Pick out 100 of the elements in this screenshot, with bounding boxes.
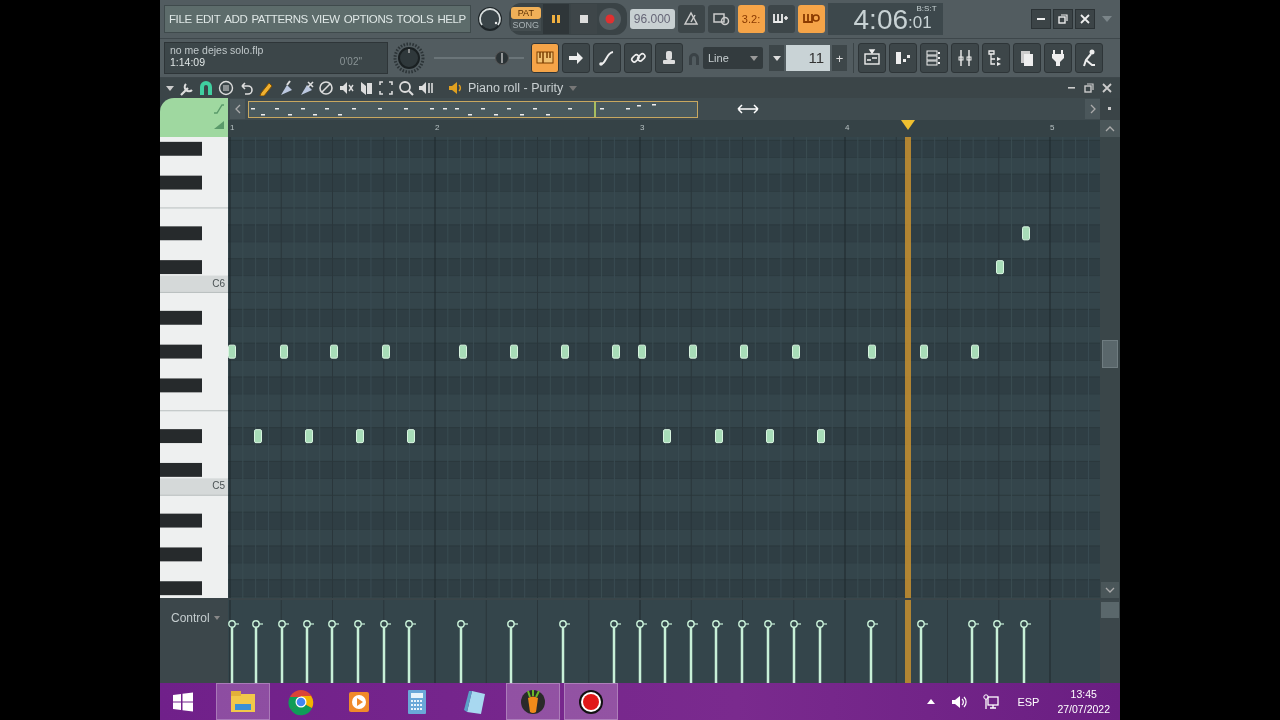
scroll-up-button[interactable]: [1100, 120, 1120, 137]
velocity-stem[interactable]: [328, 620, 340, 683]
view-button[interactable]: [562, 43, 590, 73]
menu-item[interactable]: PATTERNS: [251, 13, 308, 25]
pattern-number-field[interactable]: 11: [786, 45, 830, 71]
note[interactable]: [766, 429, 774, 444]
brush-icon[interactable]: [278, 80, 294, 96]
note[interactable]: [407, 429, 415, 444]
close-button[interactable]: [1100, 81, 1114, 95]
master-volume-knob[interactable]: [475, 5, 504, 33]
event-selector[interactable]: Control: [171, 611, 220, 625]
note[interactable]: [280, 344, 288, 359]
magnet-icon[interactable]: [198, 80, 214, 96]
scroll-right-button[interactable]: [1085, 99, 1100, 119]
scroll-down-button[interactable]: [1101, 582, 1119, 598]
note[interactable]: [971, 344, 979, 359]
stop-button[interactable]: [570, 4, 597, 34]
velocity-stem[interactable]: [917, 620, 929, 683]
restore-button[interactable]: [1053, 9, 1073, 29]
note[interactable]: [1022, 226, 1030, 241]
slice-icon[interactable]: [358, 80, 374, 96]
note[interactable]: [254, 429, 262, 444]
speaker-mute-icon[interactable]: [338, 80, 354, 96]
note[interactable]: [920, 344, 928, 359]
pencil-icon[interactable]: [258, 80, 274, 96]
menu-item[interactable]: OPTIONS: [343, 13, 393, 25]
window-button[interactable]: [889, 43, 917, 73]
note[interactable]: [330, 344, 338, 359]
velocity-stem[interactable]: [303, 620, 315, 683]
note[interactable]: [663, 429, 671, 444]
menu-item[interactable]: FILE: [169, 13, 192, 25]
select-icon[interactable]: [378, 80, 394, 96]
pause-button[interactable]: [542, 4, 569, 34]
note[interactable]: [740, 344, 748, 359]
note[interactable]: [715, 429, 723, 444]
velocity-stem[interactable]: [278, 620, 290, 683]
note[interactable]: [305, 429, 313, 444]
slider-thumb[interactable]: [494, 51, 509, 65]
velocity-stem[interactable]: [1020, 620, 1032, 683]
playback-icon[interactable]: [418, 80, 434, 96]
undo-icon[interactable]: [238, 80, 254, 96]
velocity-stem[interactable]: [968, 620, 980, 683]
velocity-stem[interactable]: [457, 620, 469, 683]
window-button[interactable]: [951, 43, 979, 73]
velocity-stem[interactable]: [661, 620, 673, 683]
note[interactable]: [356, 429, 364, 444]
note[interactable]: [510, 344, 518, 359]
velocity-stem[interactable]: [816, 620, 828, 683]
mute-tool-icon[interactable]: [318, 80, 334, 96]
network-icon[interactable]: [983, 693, 1000, 710]
note[interactable]: [868, 344, 876, 359]
menu-item[interactable]: TOOLS: [396, 13, 434, 25]
pitch-knob[interactable]: [393, 42, 425, 74]
scroll-left-button[interactable]: [230, 99, 245, 119]
note[interactable]: [382, 344, 390, 359]
window-button[interactable]: [920, 43, 948, 73]
note[interactable]: [612, 344, 620, 359]
velocity-stem[interactable]: [712, 620, 724, 683]
scrollbar-thumb[interactable]: [1102, 340, 1118, 368]
note[interactable]: [792, 344, 800, 359]
piano-roll-title[interactable]: Piano roll - Purity: [468, 81, 578, 95]
zoom-icon[interactable]: [398, 80, 414, 96]
menu-icon[interactable]: [218, 80, 234, 96]
menu-item[interactable]: HELP: [437, 13, 466, 25]
view-button[interactable]: [655, 43, 683, 73]
note[interactable]: [561, 344, 569, 359]
view-button[interactable]: [531, 43, 559, 73]
tempo-field[interactable]: 96.000: [629, 9, 675, 29]
dropdown-arrow-icon[interactable]: [166, 85, 174, 91]
velocity-stem[interactable]: [228, 620, 240, 683]
menu-item[interactable]: ADD: [224, 13, 248, 25]
mode-toggle[interactable]: SONG: [510, 19, 541, 31]
minimize-button[interactable]: [1031, 9, 1051, 29]
velocity-stem[interactable]: [559, 620, 571, 683]
velocity-stem[interactable]: [687, 620, 699, 683]
increment-button[interactable]: +: [832, 45, 847, 71]
velocity-stem[interactable]: [790, 620, 802, 683]
menu-item[interactable]: VIEW: [311, 13, 340, 25]
clock[interactable]: 13:45 27/07/2022: [1053, 686, 1114, 717]
menu-item[interactable]: EDIT: [195, 13, 221, 25]
velocity-stem[interactable]: [354, 620, 366, 683]
mode-toggle[interactable]: PAT: [510, 7, 541, 19]
velocity-stem[interactable]: [764, 620, 776, 683]
velocity-stem[interactable]: [867, 620, 879, 683]
snap-dropdown[interactable]: Line: [703, 47, 763, 69]
taskbar-app[interactable]: [564, 683, 618, 720]
velocity-stem[interactable]: [507, 620, 519, 683]
view-button[interactable]: [593, 43, 621, 73]
show-hidden-icons-icon[interactable]: [927, 699, 936, 704]
note[interactable]: [689, 344, 697, 359]
note[interactable]: [228, 344, 236, 359]
velocity-editor[interactable]: [228, 600, 1100, 683]
window-button[interactable]: [1075, 43, 1103, 73]
note[interactable]: [996, 260, 1004, 275]
note[interactable]: [638, 344, 646, 359]
piano-keyboard-drawing[interactable]: [160, 137, 228, 598]
note[interactable]: [817, 429, 825, 444]
toggle-button[interactable]: [767, 5, 795, 33]
velocity-stem[interactable]: [636, 620, 648, 683]
velocity-stem[interactable]: [610, 620, 622, 683]
